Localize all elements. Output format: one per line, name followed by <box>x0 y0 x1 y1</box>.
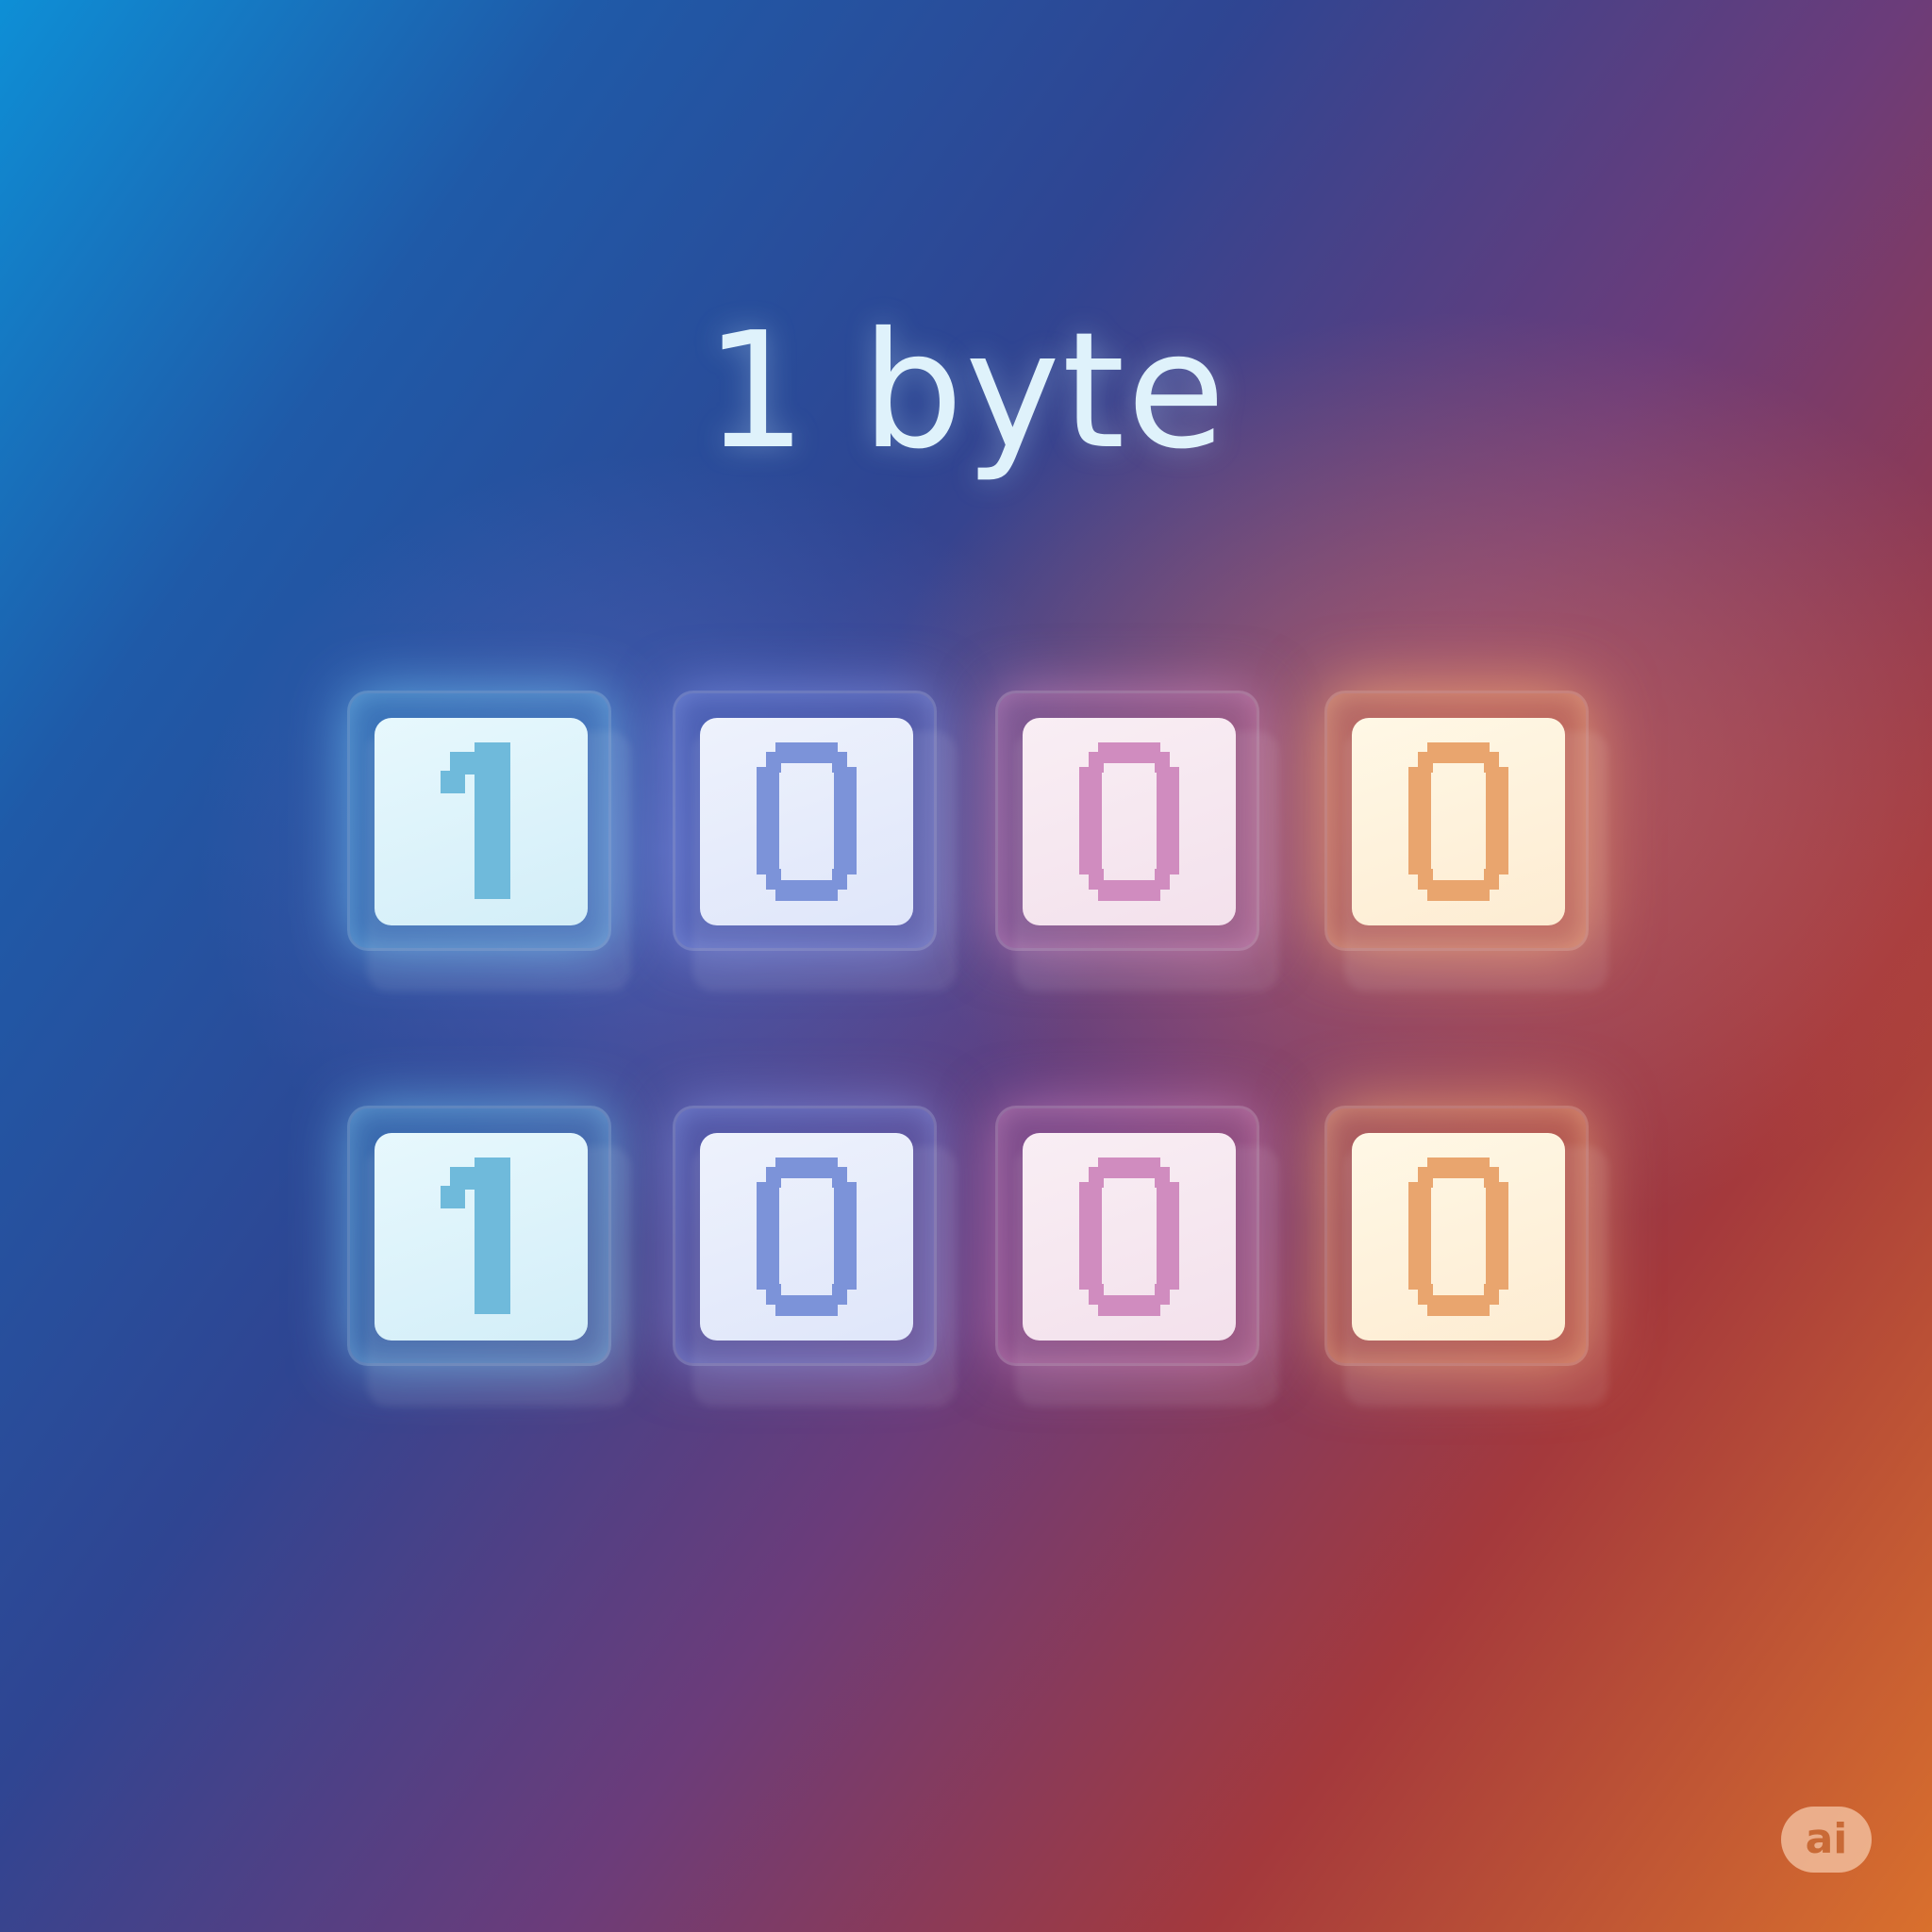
bit-tile <box>995 691 1279 991</box>
bit-digit <box>1352 1133 1565 1341</box>
digit-glyph <box>757 1158 857 1316</box>
digit-glyph <box>1408 742 1508 901</box>
canvas: 1 byte ai <box>0 0 1932 1932</box>
bit-tile <box>673 1106 957 1407</box>
digit-glyph <box>1079 1158 1179 1316</box>
bit-digit <box>1352 718 1565 925</box>
digit-glyph <box>757 742 857 901</box>
digit-glyph <box>1079 742 1179 901</box>
bit-tile <box>347 691 631 991</box>
bit-digit <box>1023 718 1236 925</box>
bit-digit <box>700 1133 913 1341</box>
bit-digit <box>375 718 588 925</box>
digit-glyph <box>441 1158 510 1314</box>
bit-tile <box>1324 1106 1608 1407</box>
digit-glyph <box>441 742 510 899</box>
bit-tile <box>1324 691 1608 991</box>
digit-glyph <box>1408 1158 1508 1316</box>
bit-tile <box>347 1106 631 1407</box>
bit-digit <box>1023 1133 1236 1341</box>
bit-digit <box>375 1133 588 1341</box>
ai-badge-icon: ai <box>1781 1807 1872 1873</box>
bit-tile <box>995 1106 1279 1407</box>
bit-grid <box>0 0 1932 1932</box>
bit-digit <box>700 718 913 925</box>
bit-tile <box>673 691 957 991</box>
